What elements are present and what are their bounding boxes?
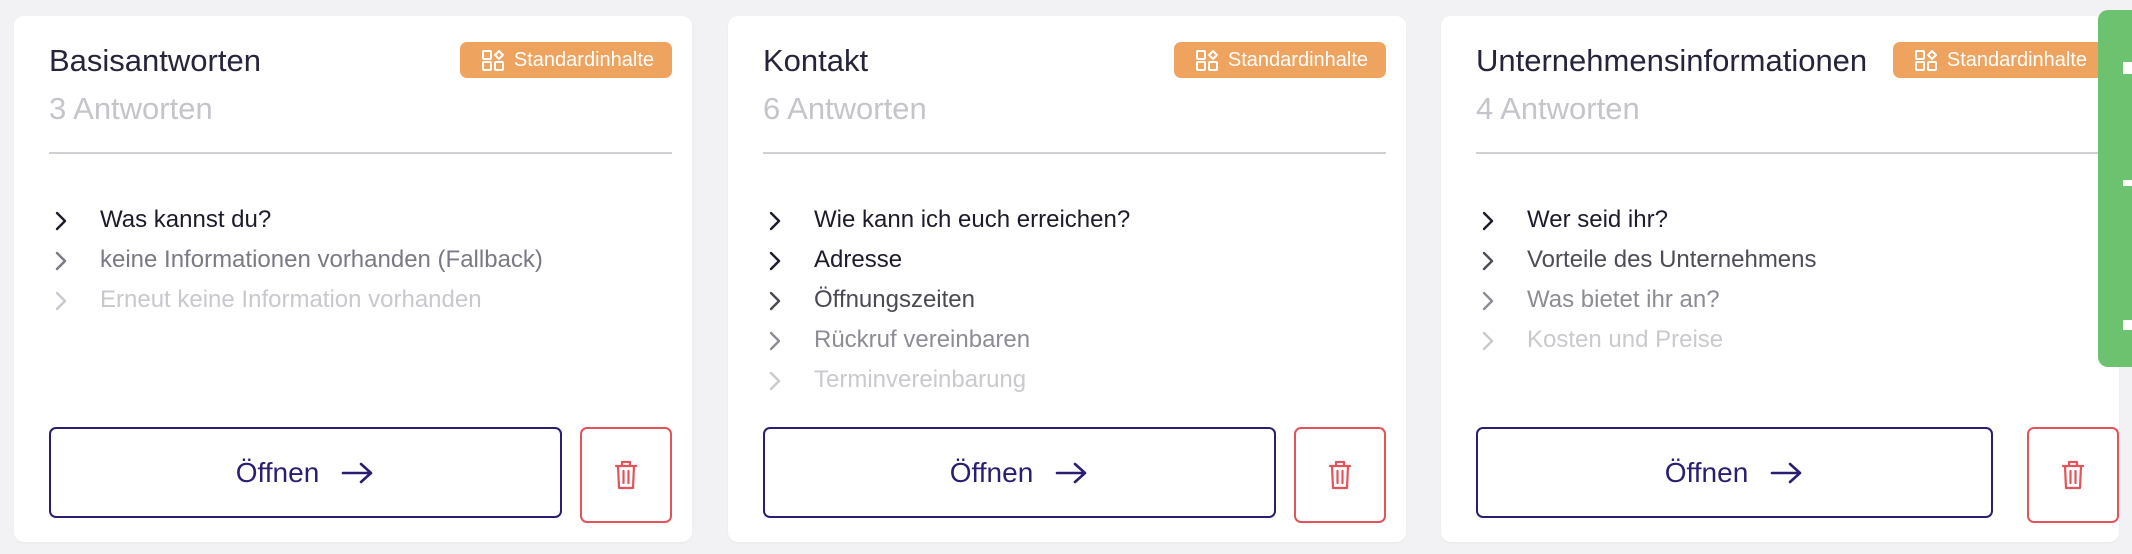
faq-item[interactable]: Vorteile des Unternehmens <box>1476 240 2119 280</box>
faq-question: Wie kann ich euch erreichen? <box>814 206 1131 233</box>
chevron-right-icon <box>769 291 781 311</box>
faq-item[interactable]: Wer seid ihr? <box>1476 200 2119 240</box>
faq-item[interactable]: Öffnungszeiten <box>763 280 1386 320</box>
chevron-right-icon <box>769 211 781 231</box>
card-title: Kontakt <box>763 43 869 78</box>
answer-count: 6 Antworten <box>763 91 927 126</box>
arrow-right-icon <box>1770 462 1802 483</box>
faq-question: Öffnungszeiten <box>814 286 976 313</box>
faq-item[interactable]: Kosten und Preise <box>1476 320 2119 360</box>
response-group-card: Unternehmensinformationen 4 Antworten St… <box>1441 16 2119 542</box>
chevron-right-icon <box>1482 291 1494 311</box>
open-button[interactable]: Öffnen <box>1476 427 1993 518</box>
faq-question: Terminvereinbarung <box>814 366 1027 393</box>
faq-item[interactable]: Rückruf vereinbaren <box>763 320 1386 360</box>
answer-count: 4 Antworten <box>1476 91 1640 126</box>
faq-item[interactable]: Erneut keine Information vorhanden <box>49 280 672 320</box>
divider <box>1476 152 2119 154</box>
faq-list: Was kannst du? keine Informationen vorha… <box>49 200 672 320</box>
faq-question: Adresse <box>814 246 903 273</box>
faq-item[interactable]: Was bietet ihr an? <box>1476 280 2119 320</box>
template-blocks-icon <box>1914 50 1937 71</box>
delete-button[interactable] <box>2027 427 2119 523</box>
faq-question: Wer seid ihr? <box>1527 206 1668 233</box>
answer-count: 3 Antworten <box>49 91 213 126</box>
standard-content-badge: Standardinhalte <box>459 42 672 78</box>
side-feedback-tab[interactable] <box>2098 10 2132 367</box>
chevron-right-icon <box>769 331 781 351</box>
faq-item[interactable]: keine Informationen vorhanden (Fallback) <box>49 240 672 280</box>
faq-item[interactable]: Terminvereinbarung <box>763 360 1386 400</box>
faq-list: Wie kann ich euch erreichen? Adresse Öff… <box>763 200 1386 400</box>
open-button-label: Öffnen <box>235 456 320 488</box>
open-button-label: Öffnen <box>1664 456 1749 488</box>
chevron-right-icon <box>769 371 781 391</box>
badge-label: Standardinhalte <box>1946 49 2087 71</box>
arrow-right-icon <box>341 462 373 483</box>
faq-list: Wer seid ihr? Vorteile des Unternehmens … <box>1476 200 2119 360</box>
standard-content-badge: Standardinhalte <box>1173 42 1386 78</box>
faq-question: keine Informationen vorhanden (Fallback) <box>100 246 543 273</box>
badge-label: Standardinhalte <box>1227 49 1368 71</box>
chevron-right-icon <box>1482 251 1494 271</box>
faq-item[interactable]: Wie kann ich euch erreichen? <box>763 200 1386 240</box>
chevron-right-icon <box>1482 331 1494 351</box>
open-button[interactable]: Öffnen <box>763 427 1276 518</box>
response-group-card: Basisantworten 3 Antworten Standardinhal… <box>14 16 692 542</box>
divider <box>49 152 672 154</box>
trash-icon <box>1328 460 1352 490</box>
faq-question: Kosten und Preise <box>1527 326 1724 353</box>
standard-content-badge: Standardinhalte <box>1892 42 2105 78</box>
chevron-right-icon <box>55 251 67 271</box>
faq-question: Rückruf vereinbaren <box>814 326 1031 353</box>
card-title: Basisantworten <box>49 43 261 78</box>
trash-icon <box>614 460 638 490</box>
faq-item[interactable]: Adresse <box>763 240 1386 280</box>
badge-label: Standardinhalte <box>513 49 654 71</box>
faq-item[interactable]: Was kannst du? <box>49 200 672 240</box>
arrow-right-icon <box>1055 462 1087 483</box>
chevron-right-icon <box>55 211 67 231</box>
response-group-card: Kontakt 6 Antworten Standardinhalte Wie … <box>728 16 1406 542</box>
faq-question: Was kannst du? <box>100 206 272 233</box>
trash-icon <box>2061 460 2085 490</box>
faq-question: Erneut keine Information vorhanden <box>100 286 482 313</box>
open-button[interactable]: Öffnen <box>49 427 562 518</box>
open-button-label: Öffnen <box>949 456 1034 488</box>
chevron-right-icon <box>769 251 781 271</box>
faq-question: Was bietet ihr an? <box>1527 286 1720 313</box>
chevron-right-icon <box>55 291 67 311</box>
card-title: Unternehmensinformationen <box>1476 43 1868 78</box>
template-blocks-icon <box>1195 50 1218 71</box>
template-blocks-icon <box>481 50 504 71</box>
divider <box>763 152 1386 154</box>
delete-button[interactable] <box>580 427 672 523</box>
faq-question: Vorteile des Unternehmens <box>1527 246 1817 273</box>
delete-button[interactable] <box>1294 427 1386 523</box>
chevron-right-icon <box>1482 211 1494 231</box>
